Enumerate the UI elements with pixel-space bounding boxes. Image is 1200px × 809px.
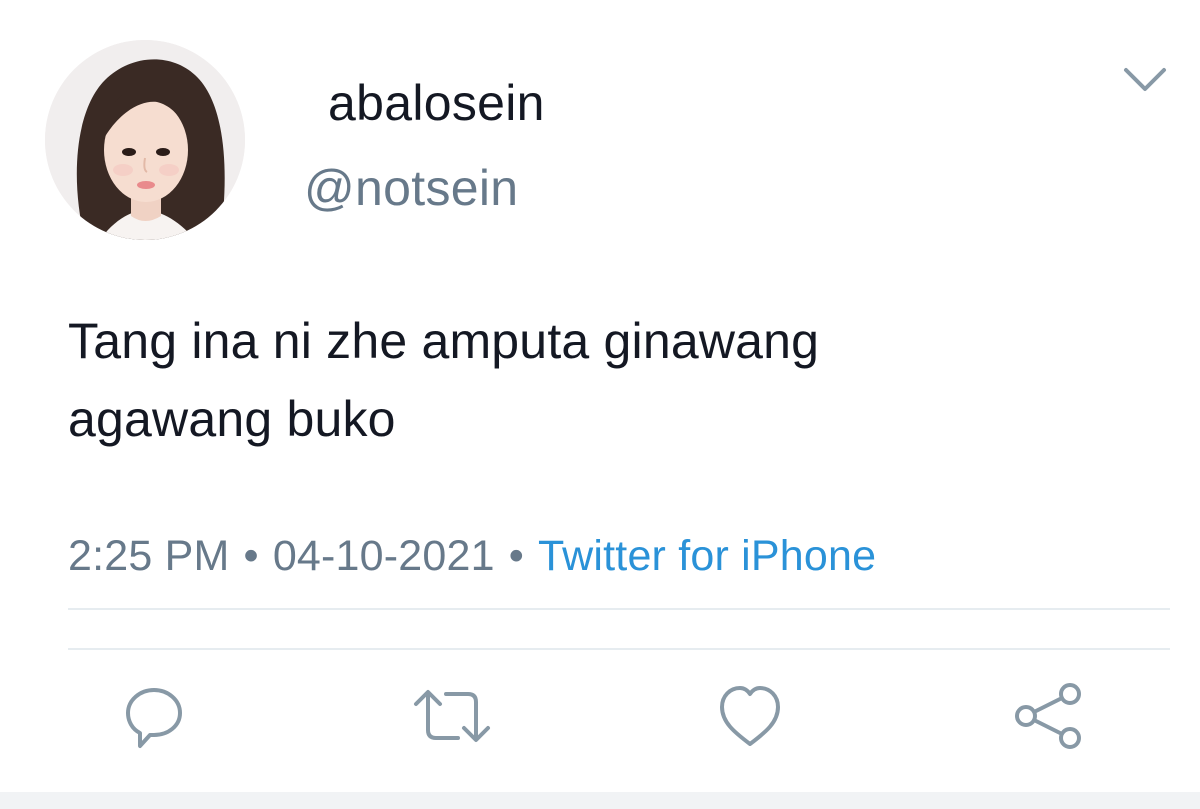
tweet-text-line-2: agawang buko	[68, 391, 396, 447]
tweet-card: abalosein @notsein Tang ina ni zhe amput…	[0, 0, 1200, 809]
tweet-date[interactable]: 04-10-2021	[273, 532, 495, 580]
tweet-actions-bar	[0, 680, 1200, 760]
user-handle[interactable]: @notsein	[304, 158, 518, 218]
avatar-image	[45, 40, 245, 240]
reply-icon[interactable]	[118, 680, 190, 752]
tweet-text: Tang ina ni zhe amputa ginawang agawang …	[68, 302, 1068, 458]
separator-dot: •	[243, 532, 259, 580]
heart-icon[interactable]	[714, 680, 786, 752]
tweet-time[interactable]: 2:25 PM	[68, 532, 230, 580]
tweet-text-line-1: Tang ina ni zhe amputa ginawang	[68, 313, 820, 369]
retweet-icon[interactable]	[412, 680, 490, 752]
separator-dot: •	[508, 532, 525, 580]
avatar[interactable]	[45, 40, 245, 240]
divider	[68, 608, 1170, 610]
tweet-bottom-border	[0, 792, 1200, 809]
display-name[interactable]: abalosein	[328, 73, 545, 133]
divider	[68, 648, 1170, 650]
tweet-source-link[interactable]: Twitter for iPhone	[538, 532, 876, 580]
tweet-metadata: 2:25 PM • 04-10-2021 • Twitter for iPhone	[68, 530, 876, 582]
share-icon[interactable]	[1012, 680, 1084, 752]
chevron-down-icon[interactable]	[1118, 62, 1172, 98]
